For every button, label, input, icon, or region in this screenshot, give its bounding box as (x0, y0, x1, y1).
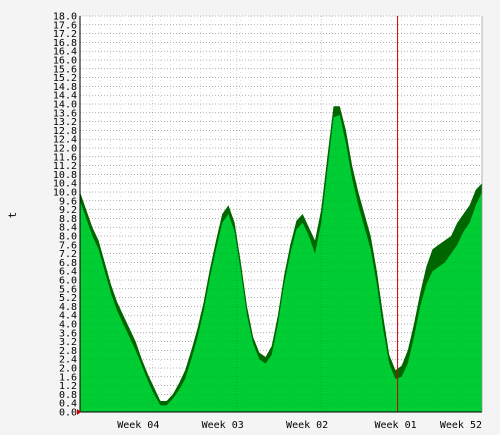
y-axis-label: t (6, 212, 19, 219)
x-tick-label: Week 52 (440, 420, 482, 431)
area-chart: 0.00.40.81.21.62.02.42.83.23.64.04.44.85… (0, 0, 500, 435)
y-tick-label: 18.0 (53, 12, 77, 23)
x-tick-label: Week 02 (286, 420, 328, 431)
x-tick-label: Week 03 (202, 420, 244, 431)
chart-frame: 0.0 0.4 0.8 1.2 1.6 2.0 2.4 2.8 3.2 3.6 4.0 4.4 4.8 5… (0, 0, 500, 435)
x-tick-label: Week 01 (374, 420, 416, 431)
x-tick-label: Week 04 (117, 420, 159, 431)
